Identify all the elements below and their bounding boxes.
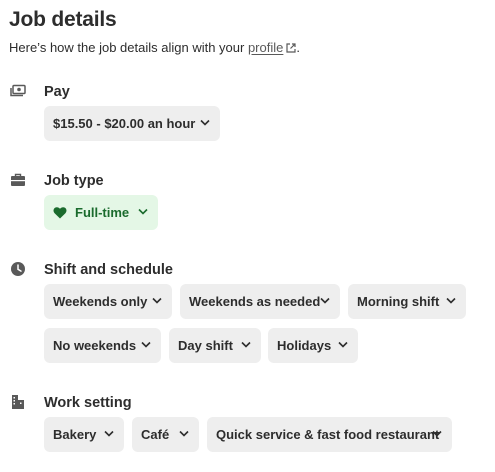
chevron-down-icon bbox=[152, 297, 162, 304]
pay-chip-label[interactable]: $15.50 - $20.00 an hour bbox=[53, 116, 195, 131]
schedule-chip-label[interactable]: Morning shift bbox=[357, 294, 439, 309]
schedule-chip[interactable]: Holidays bbox=[268, 328, 358, 363]
building-icon bbox=[12, 395, 24, 409]
subtitle-text: Here’s how the job details align with yo… bbox=[9, 40, 248, 55]
schedule-chip[interactable]: Morning shift bbox=[348, 284, 466, 319]
chevron-down-icon bbox=[138, 208, 148, 215]
chevron-down-icon bbox=[432, 430, 442, 437]
profile-link[interactable]: profile bbox=[248, 40, 296, 55]
schedule-chip-label[interactable]: Day shift bbox=[178, 338, 233, 353]
chevron-down-icon bbox=[200, 119, 210, 126]
page-title: Job details bbox=[9, 8, 117, 31]
money-icon bbox=[10, 84, 26, 97]
work-setting-chip-label[interactable]: Café bbox=[141, 427, 169, 442]
chevron-down-icon bbox=[104, 430, 114, 437]
work-setting-chip-label[interactable]: Bakery bbox=[53, 427, 96, 442]
chevron-down-icon bbox=[446, 297, 456, 304]
external-link-icon[interactable] bbox=[286, 43, 296, 53]
pay-title: Pay bbox=[44, 84, 70, 100]
schedule-title: Shift and schedule bbox=[44, 262, 173, 278]
chevron-down-icon bbox=[179, 430, 189, 437]
chevron-down-icon bbox=[241, 341, 251, 348]
chevron-down-icon bbox=[141, 341, 151, 348]
schedule-chip[interactable]: Day shift bbox=[169, 328, 261, 363]
chevron-down-icon bbox=[320, 297, 330, 304]
profile-link-label[interactable]: profile bbox=[248, 40, 283, 55]
subtitle-period: . bbox=[296, 40, 300, 55]
schedule-chip[interactable]: Weekends only bbox=[44, 284, 172, 319]
chevron-down-icon bbox=[338, 341, 348, 348]
schedule-chip-label[interactable]: No weekends bbox=[53, 338, 136, 353]
clock-icon bbox=[11, 262, 25, 276]
schedule-chip-label[interactable]: Weekends only bbox=[53, 294, 147, 309]
work-setting-title: Work setting bbox=[44, 395, 132, 411]
job-type-title: Job type bbox=[44, 173, 104, 189]
page-subtitle: Here’s how the job details align with yo… bbox=[9, 40, 300, 55]
schedule-chip-label[interactable]: Weekends as needed bbox=[189, 294, 320, 309]
job-type-chip[interactable]: Full-time bbox=[44, 195, 158, 230]
schedule-chip[interactable]: Weekends as needed bbox=[180, 284, 340, 319]
schedule-chip-label[interactable]: Holidays bbox=[277, 338, 331, 353]
work-setting-chip[interactable]: Quick service & fast food restaurant bbox=[207, 417, 452, 452]
work-setting-chip-label[interactable]: Quick service & fast food restaurant bbox=[216, 427, 439, 442]
heart-icon bbox=[53, 207, 67, 219]
schedule-chip[interactable]: No weekends bbox=[44, 328, 161, 363]
work-setting-chip[interactable]: Café bbox=[132, 417, 199, 452]
job-type-chip-label[interactable]: Full-time bbox=[75, 205, 129, 220]
work-setting-chip[interactable]: Bakery bbox=[44, 417, 124, 452]
briefcase-icon bbox=[11, 173, 25, 186]
pay-chip[interactable]: $15.50 - $20.00 an hour bbox=[44, 106, 220, 141]
